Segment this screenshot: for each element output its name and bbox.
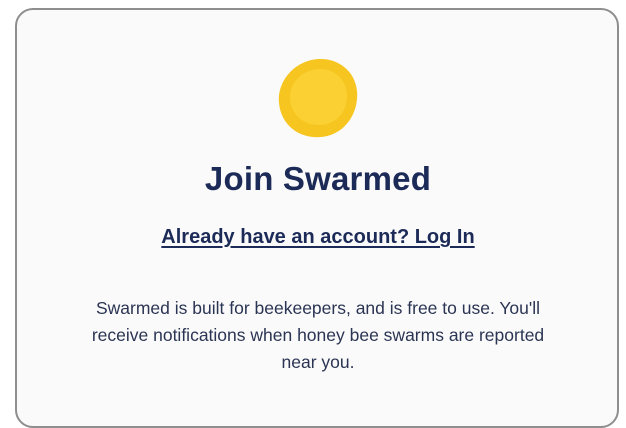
description-text: Swarmed is built for beekeepers, and is …: [91, 298, 545, 372]
page-title: Join Swarmed: [204, 160, 432, 197]
sun-blob-icon: [278, 58, 358, 138]
login-link[interactable]: Already have an account? Log In: [0, 226, 626, 249]
